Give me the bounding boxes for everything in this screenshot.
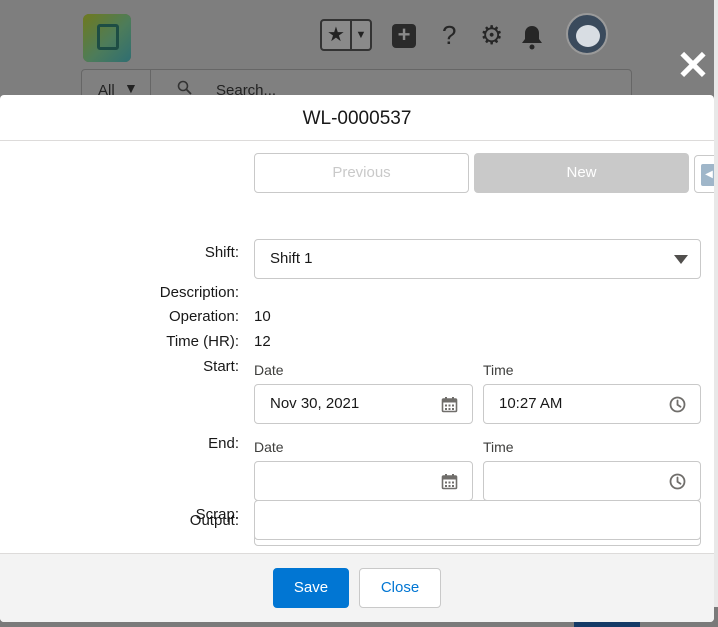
time-hr-label: Time (HR):: [166, 333, 239, 350]
start-date-label: Date: [254, 362, 284, 378]
chevron-down-icon: ▼: [355, 29, 367, 41]
setup-gear-icon[interactable]: ⚙: [480, 18, 503, 52]
modal-header: WL-0000537: [0, 95, 714, 141]
work-log-modal: WL-0000537 Previous New ◀ Shift: Shift 1…: [0, 95, 714, 622]
start-label: Start:: [203, 358, 239, 375]
close-button[interactable]: Close: [359, 568, 441, 608]
help-icon[interactable]: ?: [442, 18, 456, 52]
shift-select[interactable]: Shift 1: [254, 239, 701, 279]
save-button[interactable]: Save: [273, 568, 349, 608]
chevron-down-icon: ▼: [124, 80, 138, 96]
next-button[interactable]: ◀: [694, 155, 714, 193]
shift-label: Shift:: [204, 244, 239, 261]
scrap-label: Scrap:: [195, 506, 239, 523]
chevron-left-icon: ◀: [701, 164, 714, 186]
add-icon[interactable]: +: [392, 24, 416, 48]
close-modal-icon[interactable]: ✕: [676, 46, 710, 86]
clock-icon[interactable]: [669, 473, 686, 490]
clock-icon[interactable]: [669, 396, 686, 413]
chevron-down-icon: [674, 255, 688, 264]
start-date-input[interactable]: Nov 30, 2021: [254, 384, 473, 424]
app-logo: [83, 14, 131, 62]
global-actions: ★ ▼ + ? ⚙: [320, 13, 608, 55]
modal-body: Previous New ◀ Shift: Shift 1 Descriptio…: [0, 141, 714, 553]
notification-bell-icon[interactable]: [520, 18, 544, 52]
start-time-input[interactable]: 10:27 AM: [483, 384, 701, 424]
start-time-value: 10:27 AM: [499, 395, 563, 412]
star-icon: ★: [322, 21, 352, 49]
operation-label: Operation:: [168, 308, 239, 325]
end-date-input[interactable]: [254, 461, 473, 501]
end-time-input[interactable]: [483, 461, 701, 501]
start-time-label: Time: [483, 362, 514, 378]
time-hr-value: 12: [254, 333, 271, 350]
scrap-input[interactable]: [254, 500, 701, 540]
end-date-label: Date: [254, 439, 284, 455]
scrollbar: [714, 0, 718, 627]
user-avatar[interactable]: [566, 13, 608, 55]
shift-value: Shift 1: [270, 250, 313, 267]
calendar-icon[interactable]: [441, 473, 458, 490]
end-label: End:: [208, 435, 239, 452]
modal-footer: Save Close: [0, 553, 714, 622]
operation-value: 10: [254, 308, 271, 325]
previous-button[interactable]: Previous: [254, 153, 469, 193]
favorites-button[interactable]: ★ ▼: [320, 19, 372, 51]
start-date-value: Nov 30, 2021: [270, 395, 360, 412]
modal-title: WL-0000537: [302, 108, 412, 129]
description-label: Description:: [159, 284, 239, 301]
new-button[interactable]: New: [474, 153, 689, 193]
calendar-icon[interactable]: [441, 396, 458, 413]
end-time-label: Time: [483, 439, 514, 455]
